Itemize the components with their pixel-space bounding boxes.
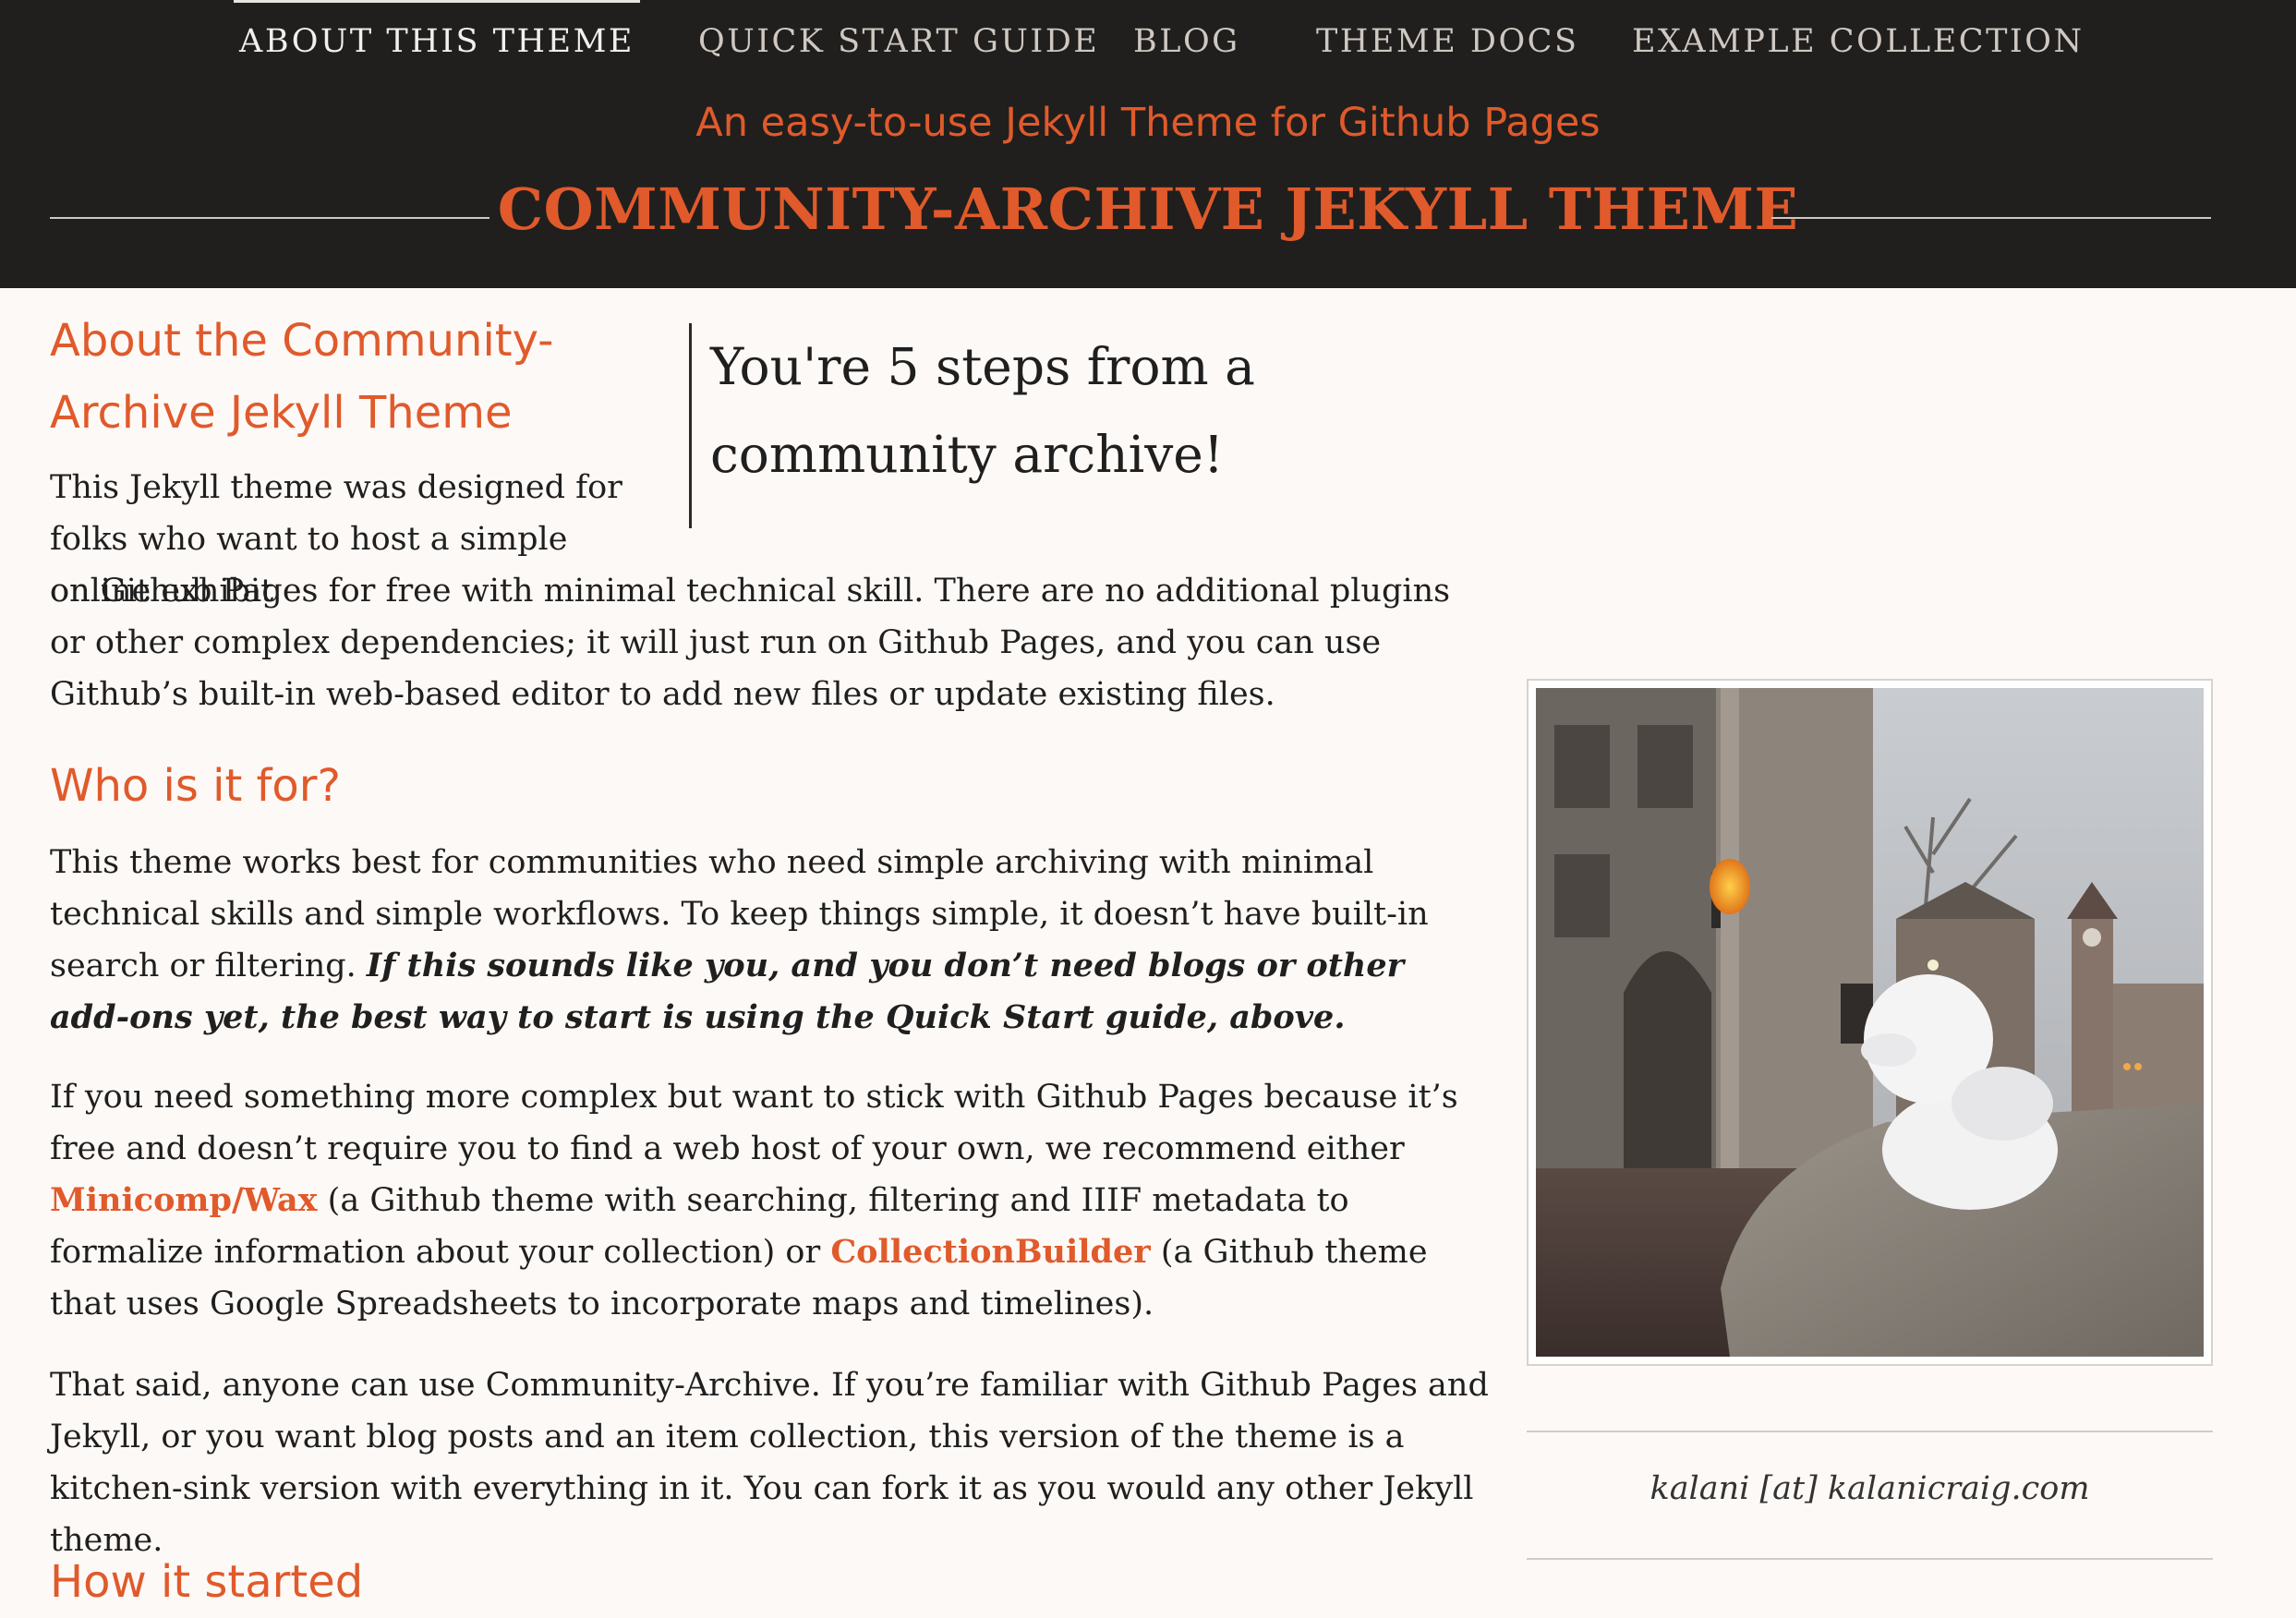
sidebar-divider-bottom (1527, 1558, 2213, 1560)
nav-quick-start[interactable]: Quick Start Guide (698, 0, 1099, 83)
nav-about[interactable]: About this theme (234, 0, 640, 83)
pullquote: You're 5 steps from a community archive! (689, 323, 1354, 528)
main-nav: About this theme Quick Start Guide Blog … (0, 0, 2296, 83)
intro-paragraph-rest: on Github Pages for free with minimal te… (50, 573, 1451, 713)
duck-photo (1536, 688, 2204, 1357)
nav-example-collection[interactable]: Example Collection (1632, 0, 2085, 83)
kitchen-sink-paragraph: That said, anyone can use Community-Arch… (50, 1367, 1489, 1559)
sidebar-divider-top (1527, 1431, 2213, 1432)
site-title[interactable]: COMMUNITY-ARCHIVE JEKYLL THEME (0, 175, 2296, 243)
nav-blog[interactable]: Blog (1133, 0, 1240, 83)
title-divider-right (1771, 217, 2211, 219)
sidebar-photo-frame (1527, 679, 2213, 1366)
minicomp-wax-link[interactable]: Minicomp/Wax (50, 1181, 318, 1219)
nav-theme-docs[interactable]: Theme Docs (1316, 0, 1578, 83)
alternatives-paragraph: If you need something more complex but w… (50, 1071, 1491, 1330)
contact-email: kalani [at] kalanicraig.com (1649, 1470, 2090, 1507)
who-heading: Who is it for? (50, 760, 341, 812)
collectionbuilder-link[interactable]: CollectionBuilder (830, 1233, 1150, 1271)
site-tagline: An easy-to-use Jekyll Theme for Github P… (695, 100, 1601, 146)
alternatives-text-a: If you need something more complex but w… (50, 1079, 1458, 1167)
about-heading: About the Community-Archive Jekyll Theme (50, 315, 554, 439)
how-it-started-heading: How it started (50, 1556, 364, 1608)
site-header: About this theme Quick Start Guide Blog … (0, 0, 2296, 288)
audience-paragraph: This theme works best for communities wh… (50, 837, 1491, 1044)
